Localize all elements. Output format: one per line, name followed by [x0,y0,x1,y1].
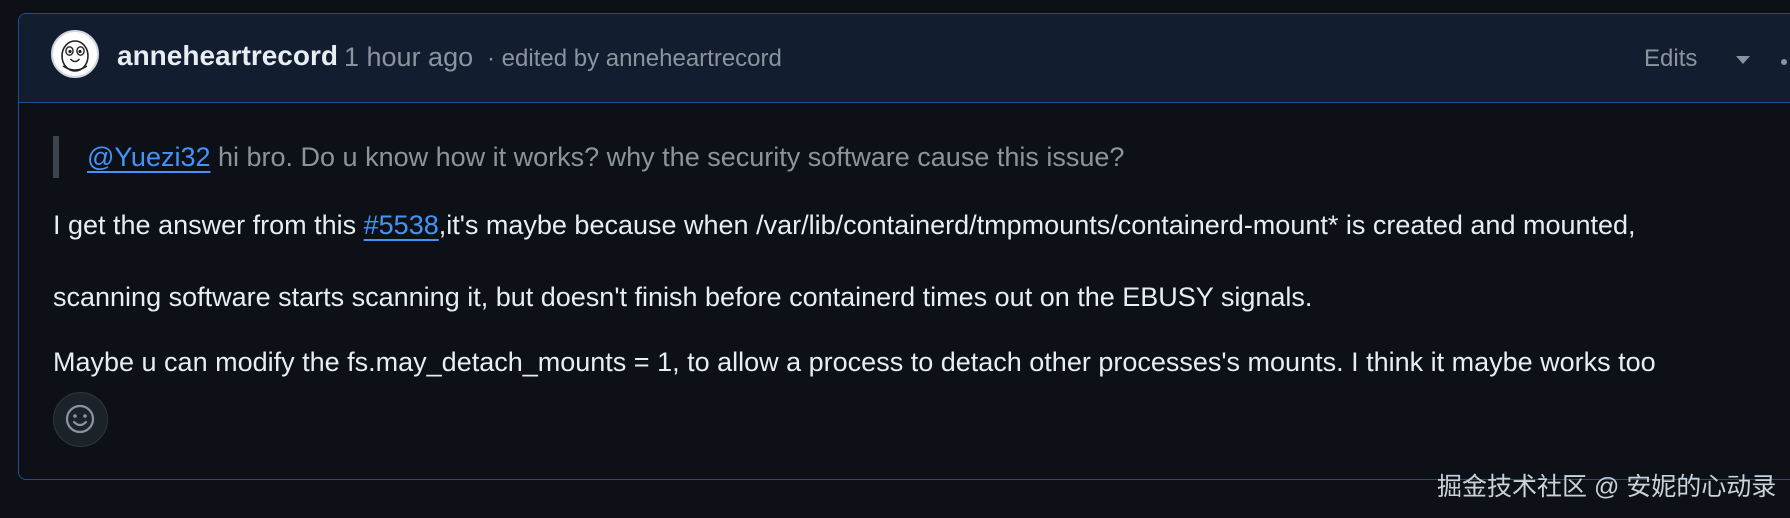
user-mention-link[interactable]: @Yuezi32 [87,142,211,172]
edits-dropdown[interactable]: Edits [1644,45,1697,73]
comment-header: anneheartrecord 1 hour ago · edited by a… [19,14,1790,103]
comment-paragraph-1: I get the answer from this #5538,it's ma… [53,204,1636,246]
paragraph-text: ,it's maybe because when /var/lib/contai… [438,210,1636,240]
edited-by-label: · edited by anneheartrecord [487,45,782,72]
paragraph-text: I get the answer from this [53,210,364,240]
blockquote-bar [53,136,59,178]
watermark: 掘金技术社区 @ 安妮的心动录 [1437,473,1777,501]
blockquote: @Yuezi32 hi bro. Do u know how it works?… [87,139,1124,175]
chevron-down-icon[interactable] [1736,56,1750,64]
author-name[interactable]: anneheartrecord [117,40,338,72]
add-reaction-button[interactable] [53,392,108,447]
comment-card: anneheartrecord 1 hour ago · edited by a… [18,13,1790,480]
comment-paragraph-3: Maybe u can modify the fs.may_detach_mou… [53,347,1656,377]
comment-paragraph-2: scanning software starts scanning it, bu… [53,282,1313,312]
smiley-icon [65,404,95,434]
issue-link[interactable]: #5538 [364,210,439,240]
avatar[interactable] [51,30,99,78]
blockquote-text: hi bro. Do u know how it works? why the … [210,142,1125,172]
kebab-icon[interactable] [1781,59,1787,65]
comment-timestamp[interactable]: 1 hour ago [344,41,473,73]
penguin-avatar-icon [61,40,89,72]
